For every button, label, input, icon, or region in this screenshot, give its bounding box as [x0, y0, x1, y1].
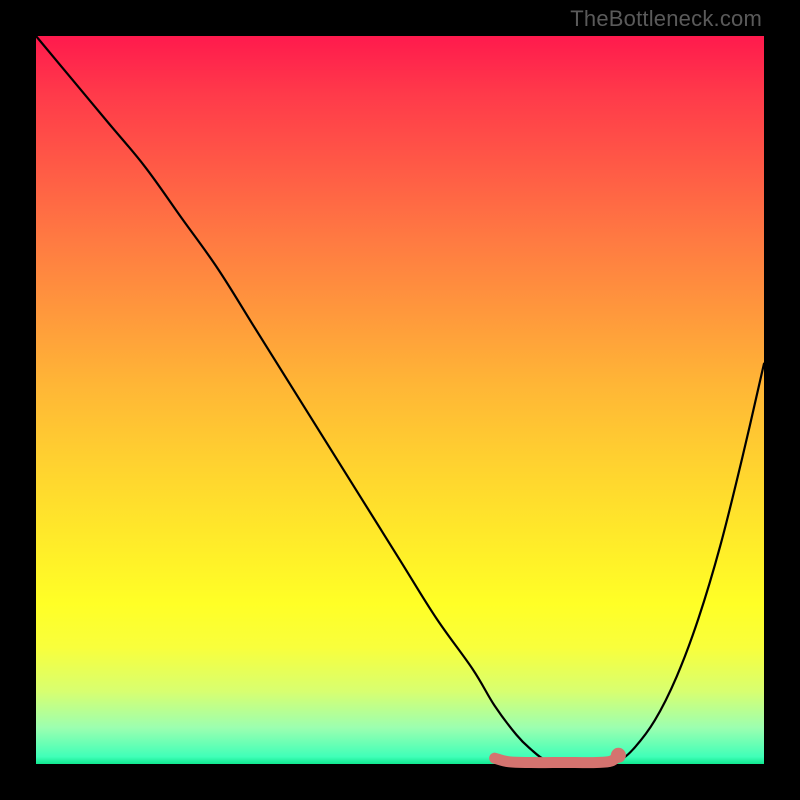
chart-area [36, 36, 764, 764]
optimal-range-marker-path [495, 755, 619, 762]
watermark-text: TheBottleneck.com [570, 6, 762, 32]
optimal-range-end-dot [611, 748, 626, 763]
chart-svg [36, 36, 764, 764]
bottleneck-curve-path [36, 36, 764, 763]
